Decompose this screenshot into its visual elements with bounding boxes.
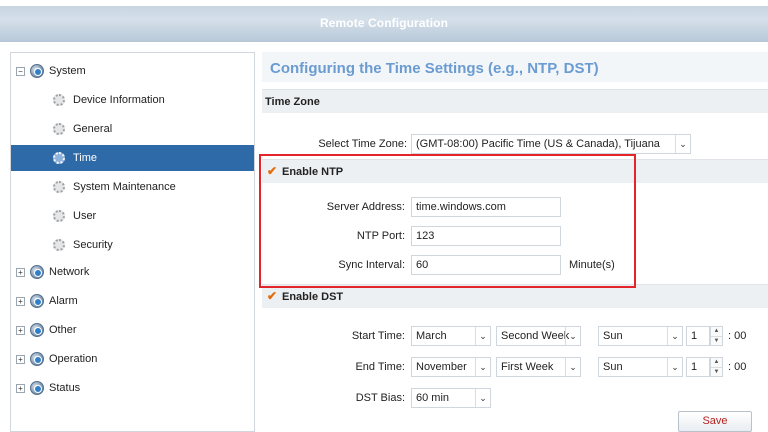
end-hour-input[interactable]: 1 <box>686 357 710 377</box>
start-hour-stepper[interactable]: ▲ ▼ <box>710 326 723 346</box>
end-week-select[interactable]: First Week ⌄ <box>496 357 581 377</box>
globe-gear-icon <box>30 323 44 337</box>
window-title: Remote Configuration <box>320 16 448 30</box>
tree-node-network[interactable]: + Network <box>11 259 254 285</box>
section-label: Time Zone <box>265 96 320 108</box>
sidebar-item-time[interactable]: Time <box>11 145 254 171</box>
dst-bias-label: DST Bias: <box>355 392 405 404</box>
chevron-down-icon: ⌄ <box>667 358 682 376</box>
chevron-down-icon: ⌄ <box>475 327 490 345</box>
end-time-label: End Time: <box>355 361 405 373</box>
time-zone-value: (GMT-08:00) Pacific Time (US & Canada), … <box>416 138 660 150</box>
collapse-icon[interactable]: − <box>16 66 25 76</box>
tree-node-status[interactable]: + Status <box>11 375 254 401</box>
expand-icon[interactable]: + <box>16 354 25 364</box>
end-hour-stepper[interactable]: ▲ ▼ <box>710 357 723 377</box>
globe-gear-icon <box>30 64 44 78</box>
sidebar-item-label: General <box>73 123 113 135</box>
sidebar-item-label: System Maintenance <box>73 181 176 193</box>
chevron-down-icon: ⌄ <box>475 358 490 376</box>
start-week-value: Second Week <box>501 330 570 342</box>
end-month-value: November <box>416 361 467 373</box>
sidebar-item-label: Device Information <box>73 94 165 106</box>
dst-bias-select[interactable]: 60 min ⌄ <box>411 388 491 408</box>
globe-gear-icon <box>30 352 44 366</box>
save-button[interactable]: Save <box>678 411 752 432</box>
down-arrow-icon[interactable]: ▼ <box>711 367 722 376</box>
end-week-value: First Week <box>501 361 554 373</box>
globe-gear-icon <box>30 265 44 279</box>
sidebar-item-label: Time <box>73 152 98 164</box>
sidebar-tree: − System Device Information General Time… <box>10 52 255 432</box>
gear-icon <box>53 210 65 222</box>
end-month-select[interactable]: November ⌄ <box>411 357 491 377</box>
chevron-down-icon: ⌄ <box>475 389 490 407</box>
chevron-down-icon: ⌄ <box>565 327 580 345</box>
end-minute-suffix: : 00 <box>728 361 747 373</box>
tree-node-label: Operation <box>49 353 98 365</box>
tree-node-label: Other <box>49 324 77 336</box>
start-month-value: March <box>416 330 447 342</box>
sidebar-item-security[interactable]: Security <box>11 232 254 258</box>
up-arrow-icon[interactable]: ▲ <box>711 358 722 367</box>
expand-icon[interactable]: + <box>16 267 25 277</box>
start-week-select[interactable]: Second Week ⌄ <box>496 326 581 346</box>
sidebar-item-label: User <box>73 210 97 222</box>
tree-node-label: Status <box>49 382 81 394</box>
chevron-down-icon: ⌄ <box>675 135 690 153</box>
tree-node-system[interactable]: − System <box>11 58 254 84</box>
globe-gear-icon <box>30 294 44 308</box>
page-title: Configuring the Time Settings (e.g., NTP… <box>270 60 599 77</box>
tree-node-label: Alarm <box>49 295 78 307</box>
start-time-label: Start Time: <box>351 330 405 342</box>
start-day-value: Sun <box>603 330 623 342</box>
expand-icon[interactable]: + <box>16 325 25 335</box>
chevron-down-icon: ⌄ <box>565 358 580 376</box>
tree-node-operation[interactable]: + Operation <box>11 346 254 372</box>
dst-bias-value: 60 min <box>416 392 450 404</box>
tree-node-alarm[interactable]: + Alarm <box>11 288 254 314</box>
time-zone-label: Select Time Zone: <box>318 138 407 150</box>
down-arrow-icon[interactable]: ▼ <box>711 336 722 345</box>
gear-icon <box>53 239 65 251</box>
gear-icon <box>53 152 65 164</box>
highlight-box <box>259 154 636 288</box>
start-month-select[interactable]: March ⌄ <box>411 326 491 346</box>
checkbox-enable-dst[interactable]: ✔ <box>267 289 277 303</box>
sidebar-item-system-maintenance[interactable]: System Maintenance <box>11 174 254 200</box>
chevron-down-icon: ⌄ <box>667 327 682 345</box>
sidebar-item-device-information[interactable]: Device Information <box>11 87 254 113</box>
tree-node-label: System <box>49 65 86 77</box>
end-day-select[interactable]: Sun ⌄ <box>598 357 683 377</box>
section-time-zone: Time Zone <box>262 89 768 113</box>
sidebar-item-label: Security <box>73 239 113 251</box>
time-zone-select[interactable]: (GMT-08:00) Pacific Time (US & Canada), … <box>411 134 691 154</box>
gear-icon <box>53 181 65 193</box>
start-minute-suffix: : 00 <box>728 330 747 342</box>
sidebar-item-general[interactable]: General <box>11 116 254 142</box>
expand-icon[interactable]: + <box>16 383 25 393</box>
expand-icon[interactable]: + <box>16 296 25 306</box>
section-label: Enable DST <box>282 291 344 303</box>
gear-icon <box>53 94 65 106</box>
globe-gear-icon <box>30 381 44 395</box>
tree-node-other[interactable]: + Other <box>11 317 254 343</box>
end-day-value: Sun <box>603 361 623 373</box>
start-hour-input[interactable]: 1 <box>686 326 710 346</box>
gear-icon <box>53 123 65 135</box>
window-titlebar: Remote Configuration <box>0 0 768 42</box>
up-arrow-icon[interactable]: ▲ <box>711 327 722 336</box>
start-day-select[interactable]: Sun ⌄ <box>598 326 683 346</box>
sidebar-item-user[interactable]: User <box>11 203 254 229</box>
tree-node-label: Network <box>49 266 90 278</box>
